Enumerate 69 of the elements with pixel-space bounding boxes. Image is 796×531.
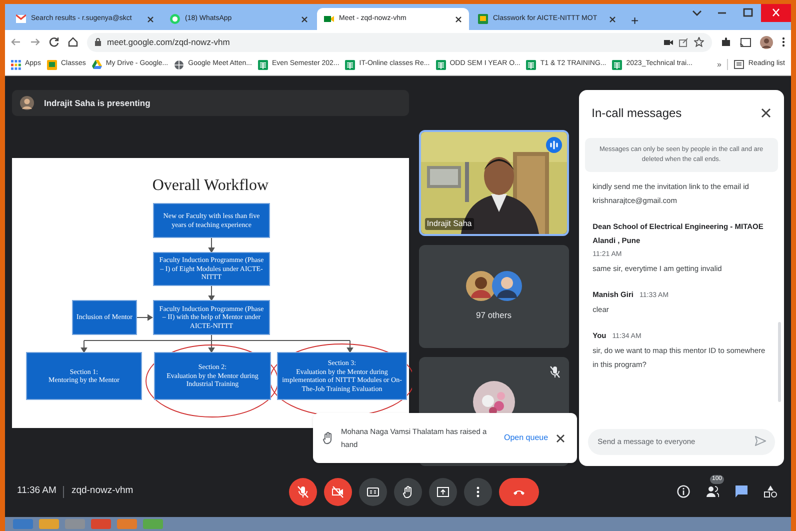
captions-icon (367, 486, 379, 498)
address-bar[interactable]: meet.google.com/zqd-nowz-vhm (87, 32, 712, 52)
spreadsheet-icon[interactable] (612, 60, 622, 70)
spreadsheet-icon[interactable] (526, 60, 536, 70)
info-button[interactable] (677, 485, 690, 498)
close-icon[interactable] (301, 16, 308, 22)
avatar-icon (492, 271, 522, 302)
shapes-icon (764, 485, 777, 498)
captions-button[interactable] (359, 478, 387, 506)
close-icon[interactable] (455, 16, 462, 22)
hand-icon (323, 432, 333, 444)
forward-arrow-icon[interactable] (30, 37, 40, 47)
scrollbar[interactable] (778, 322, 781, 402)
menu-dots-icon[interactable] (782, 37, 785, 47)
panel-title: In-call messages (592, 105, 682, 122)
arrow (208, 238, 215, 253)
speaking-indicator-icon (546, 137, 562, 153)
video-camera-icon (324, 14, 334, 24)
home-icon[interactable] (68, 37, 78, 47)
lock-icon (95, 38, 101, 46)
camera-icon[interactable] (664, 38, 673, 46)
close-icon[interactable] (147, 16, 154, 22)
participant-name: Indrajit Saha (424, 218, 474, 230)
close-icon[interactable] (609, 16, 616, 22)
end-call-button[interactable] (499, 478, 539, 506)
slide-title: Overall Workflow (151, 176, 270, 196)
grid-icon[interactable] (11, 60, 21, 70)
avatar-icon (466, 271, 496, 302)
mic-off-icon (297, 486, 309, 498)
arrow (136, 314, 153, 321)
board-icon (478, 14, 488, 24)
camera-button[interactable] (324, 478, 352, 506)
others-count: 97 others (476, 309, 512, 322)
spreadsheet-icon[interactable] (258, 60, 268, 70)
clock-time: 11:36 AM (17, 484, 56, 498)
more-bookmarks-button[interactable]: » (716, 58, 722, 70)
reading-list-icon[interactable] (734, 60, 744, 69)
camera-off-icon (332, 486, 344, 498)
spreadsheet-icon[interactable] (345, 60, 356, 70)
new-tab-button[interactable]: + (625, 10, 645, 30)
participants-tile[interactable]: 97 others (418, 245, 569, 348)
info-icon (677, 485, 690, 498)
close-icon[interactable] (556, 434, 566, 442)
microphone-button[interactable] (289, 478, 317, 506)
share-icon[interactable] (679, 38, 688, 46)
star-icon[interactable] (694, 37, 704, 47)
present-button[interactable] (429, 478, 457, 506)
more-options-button[interactable] (464, 478, 492, 506)
board-icon[interactable] (46, 60, 57, 70)
reload-icon[interactable] (49, 37, 59, 47)
url-text: meet.google.com/zqd-nowz-vhm (107, 36, 230, 48)
meeting-code: zqd-nowz-vhm (71, 484, 134, 498)
spreadsheet-icon[interactable] (436, 60, 446, 70)
presenter-text: Indrajit Saha is presenting (44, 96, 150, 110)
mail-icon (16, 14, 26, 24)
present-icon (437, 486, 449, 498)
open-queue-link[interactable]: Open queue (504, 432, 548, 444)
arrow (208, 286, 215, 301)
globe-icon[interactable] (174, 60, 184, 70)
triangle-icon[interactable] (92, 60, 102, 70)
hand-icon (402, 486, 414, 498)
back-arrow-icon[interactable] (11, 37, 21, 47)
close-icon[interactable] (761, 108, 771, 118)
cast-icon[interactable] (740, 38, 751, 46)
avatar-icon (20, 96, 34, 110)
raise-hand-button[interactable] (394, 478, 422, 506)
activities-button[interactable] (764, 485, 777, 498)
people-icon (706, 485, 719, 498)
avatar-icon[interactable] (760, 36, 773, 48)
